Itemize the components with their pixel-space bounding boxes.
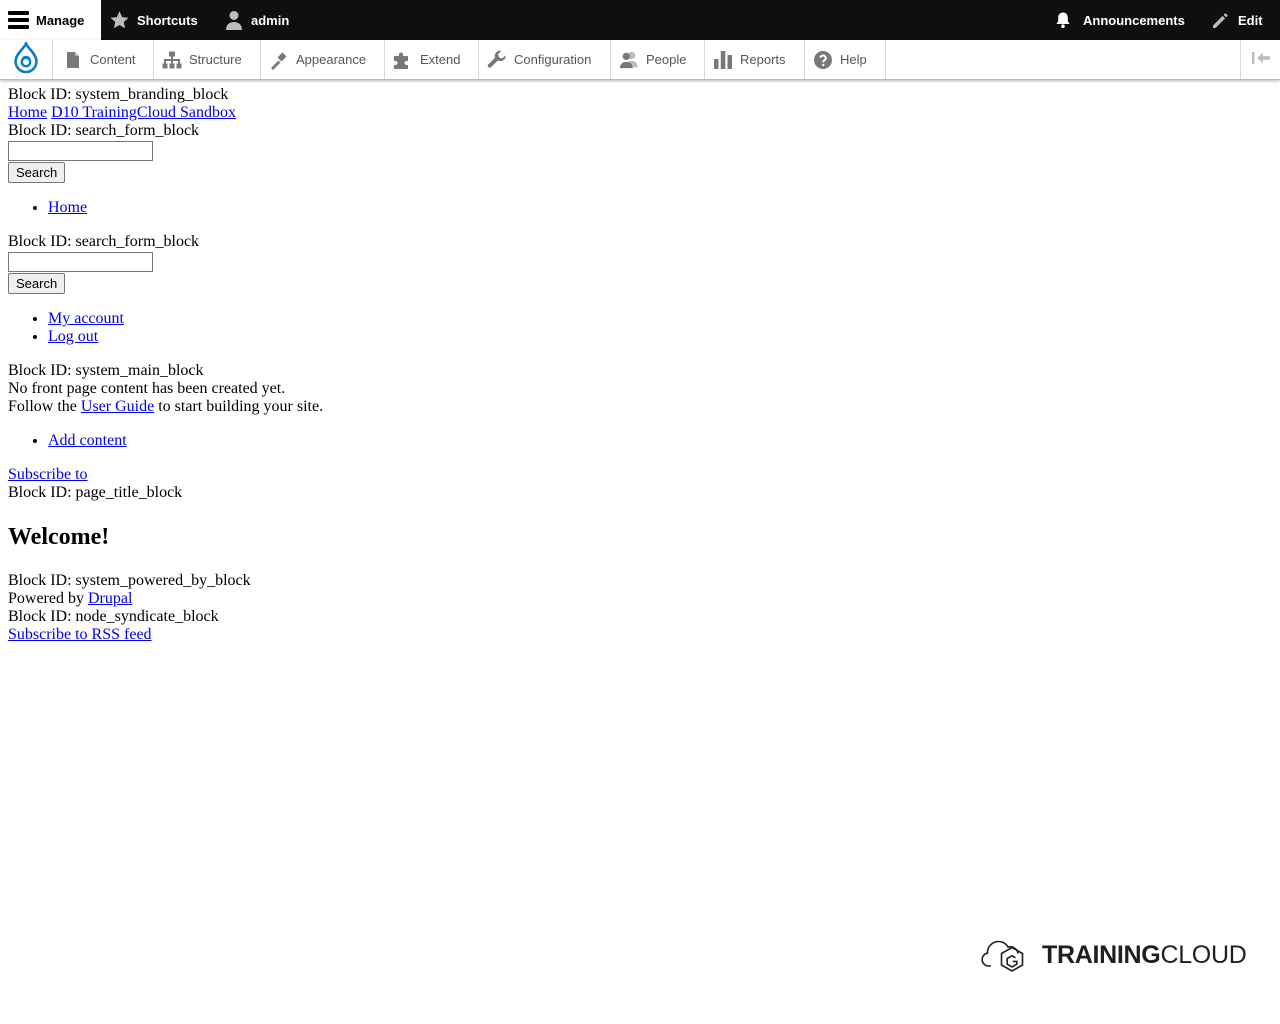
toolbar-user-label: admin — [251, 12, 290, 28]
sitemap-icon — [162, 50, 182, 70]
admin-menu-extend-label: Extend — [420, 52, 461, 67]
block-id-label: Block ID: system_main_block — [8, 362, 204, 379]
block-id-label: Block ID: search_form_block — [8, 233, 200, 250]
home-link[interactable]: Home — [48, 199, 87, 216]
admin-menu-appearance-label: Appearance — [296, 52, 367, 67]
trainingcloud-logo: TRAININGCLOUD — [980, 933, 1247, 978]
follow-prefix-text: Follow the — [8, 398, 81, 415]
my-account-link[interactable]: My account — [48, 310, 124, 327]
powered-prefix-text: Powered by — [8, 590, 88, 607]
rss-feed-link[interactable]: Subscribe to RSS feed — [8, 626, 152, 643]
block-id-label: Block ID: system_branding_block — [8, 86, 229, 103]
home-logo-link[interactable]: Home — [8, 104, 47, 121]
account-menu-item: My account — [48, 310, 1272, 328]
drupal-logo-link[interactable] — [0, 39, 53, 79]
admin-menu-content[interactable]: Content — [53, 40, 154, 79]
user-guide-sentence: Follow the User Guide to start building … — [8, 398, 1272, 416]
account-menu: My account Log out — [8, 310, 1272, 346]
syndicate-block: Subscribe to RSS feed — [8, 626, 1272, 644]
admin-menu-people-label: People — [646, 52, 687, 67]
subscribe-link[interactable]: Subscribe to — [8, 466, 88, 483]
cloud-logo-icon — [980, 933, 1026, 978]
site-name-link[interactable]: D10 TrainingCloud Sandbox — [51, 104, 236, 121]
puzzle-icon — [393, 50, 413, 70]
page-content: Block ID: system_branding_block Home D10… — [8, 86, 1272, 644]
toolbar-user-tab[interactable]: admin — [225, 0, 289, 40]
toolbar-shortcuts-label: Shortcuts — [137, 12, 198, 28]
toolbar-announcements-tab[interactable]: Announcements — [1054, 0, 1185, 40]
empty-front-page-message: No front page content has been created y… — [8, 380, 286, 397]
feed-icon-block: Subscribe to — [8, 466, 1272, 484]
block-id-label: Block ID: node_syndicate_block — [8, 608, 219, 625]
block-id-label: Block ID: system_powered_by_block — [8, 572, 251, 589]
toolbar-announcements-label: Announcements — [1083, 12, 1185, 28]
search-button[interactable]: Search — [8, 273, 66, 294]
admin-menu-help-label: Help — [840, 52, 867, 67]
admin-menu-tray: Content Structure Appearance Extend Conf… — [0, 39, 1280, 80]
wordmark-regular: CLOUD — [1160, 940, 1247, 969]
admin-menu-configuration-label: Configuration — [514, 52, 592, 67]
bar-chart-icon — [713, 50, 733, 70]
toolbar-edit-tab[interactable]: Edit — [1211, 0, 1263, 40]
bell-icon — [1054, 11, 1072, 29]
file-icon — [63, 50, 83, 70]
help-icon — [813, 50, 833, 70]
admin-menu-reports-label: Reports — [740, 52, 786, 67]
collapse-left-icon — [1251, 51, 1271, 68]
people-icon — [619, 50, 639, 70]
toolbar-manage-tab[interactable]: Manage — [0, 0, 101, 40]
add-content-link[interactable]: Add content — [48, 432, 127, 449]
block-id-label: Block ID: search_form_block — [8, 122, 200, 139]
admin-menu-people[interactable]: People — [611, 40, 705, 79]
wrench-icon — [487, 50, 507, 70]
main-menu: Home — [8, 199, 1272, 217]
admin-menu-structure[interactable]: Structure — [154, 40, 261, 79]
trainingcloud-wordmark: TRAININGCLOUD — [1042, 940, 1247, 970]
tray-orientation-toggle[interactable] — [1240, 40, 1280, 79]
powered-by-text: Powered by Drupal — [8, 590, 1272, 608]
branding-block: Home D10 TrainingCloud Sandbox — [8, 104, 1272, 122]
admin-menu-content-label: Content — [90, 52, 136, 67]
toolbar-edit-label: Edit — [1238, 12, 1263, 28]
toolbar-bar: Manage Shortcuts admin Announcements Edi… — [0, 0, 1280, 40]
wordmark-bold: TRAINING — [1042, 940, 1161, 969]
drupal-drop-icon — [13, 39, 39, 77]
admin-menu-reports[interactable]: Reports — [705, 40, 805, 79]
add-content-item: Add content — [48, 432, 1272, 450]
toolbar-manage-label: Manage — [36, 12, 85, 28]
admin-menu-configuration[interactable]: Configuration — [479, 40, 611, 79]
pencil-icon — [1211, 11, 1230, 30]
search-input[interactable] — [8, 252, 153, 272]
admin-menu-appearance[interactable]: Appearance — [261, 40, 385, 79]
search-button[interactable]: Search — [8, 162, 66, 183]
log-out-link[interactable]: Log out — [48, 328, 98, 345]
search-input[interactable] — [8, 141, 153, 161]
admin-menu-extend[interactable]: Extend — [385, 40, 479, 79]
add-content-list: Add content — [8, 432, 1272, 450]
main-menu-item: Home — [48, 199, 1272, 217]
block-id-label: Block ID: page_title_block — [8, 484, 183, 501]
drupal-link[interactable]: Drupal — [88, 590, 132, 607]
star-icon — [109, 10, 130, 30]
user-icon — [225, 10, 243, 30]
user-guide-link[interactable]: User Guide — [81, 398, 154, 415]
page-title: Welcome! — [8, 524, 110, 550]
hamburger-icon — [8, 10, 29, 30]
account-menu-item: Log out — [48, 328, 1272, 346]
toolbar-shortcuts-tab[interactable]: Shortcuts — [109, 0, 198, 40]
admin-menu-structure-label: Structure — [189, 52, 242, 67]
admin-menu-help[interactable]: Help — [805, 40, 886, 79]
paint-brush-icon — [269, 50, 289, 70]
follow-suffix-text: to start building your site. — [154, 398, 324, 415]
